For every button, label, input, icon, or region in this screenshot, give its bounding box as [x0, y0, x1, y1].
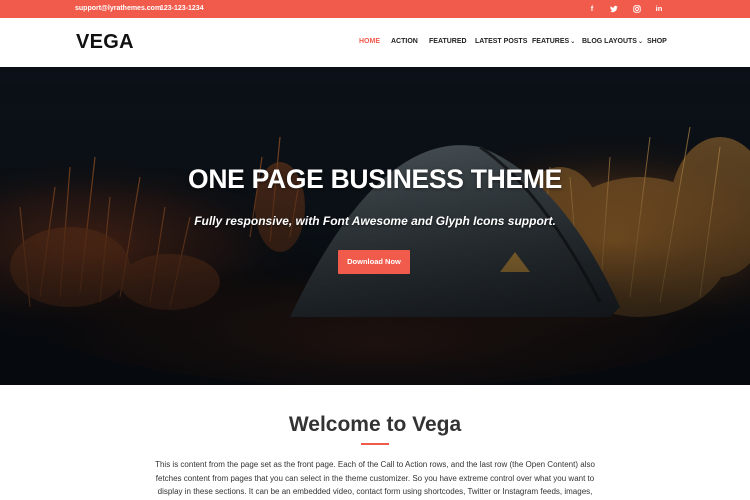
nav-action[interactable]: ACTION	[391, 37, 418, 47]
nav-home[interactable]: HOME	[359, 37, 380, 47]
chevron-down-icon: ⌄	[637, 39, 643, 45]
nav-blog-layouts-label: BLOG LAYOUTS	[582, 38, 637, 45]
download-now-button[interactable]: Download Now	[338, 250, 410, 274]
welcome-text: This is content from the page set as the…	[155, 460, 595, 496]
twitter-icon[interactable]	[608, 3, 620, 15]
chevron-down-icon: ⌄	[570, 39, 576, 45]
hero-subtitle: Fully responsive, with Font Awesome and …	[194, 214, 556, 228]
title-divider	[361, 443, 389, 445]
phone-link[interactable]: 123-123-1234	[160, 3, 204, 15]
hero-title: ONE PAGE BUSINESS THEME	[188, 164, 562, 194]
nav-featured[interactable]: FEATURED	[429, 37, 467, 47]
email-link[interactable]: support@lyrathemes.com	[75, 3, 161, 15]
site-header: VEGA HOME ACTION FEATURED LATEST POSTS F…	[0, 18, 750, 67]
nav-blog-layouts[interactable]: BLOG LAYOUTS⌄	[582, 37, 643, 47]
nav-shop[interactable]: SHOP	[647, 37, 667, 47]
facebook-icon[interactable]: f	[586, 3, 598, 15]
linkedin-icon[interactable]: in	[653, 3, 665, 15]
nav-features[interactable]: FEATURES⌄	[532, 37, 575, 47]
nav-features-label: FEATURES	[532, 38, 570, 45]
instagram-icon[interactable]	[631, 3, 643, 15]
hero-section: ONE PAGE BUSINESS THEME Fully responsive…	[0, 67, 750, 385]
welcome-title: Welcome to Vega	[288, 413, 462, 436]
top-bar: support@lyrathemes.com 123-123-1234 f in	[0, 0, 750, 18]
nav-latest-posts[interactable]: LATEST POSTS	[475, 37, 527, 47]
site-logo[interactable]: VEGA	[76, 30, 134, 54]
